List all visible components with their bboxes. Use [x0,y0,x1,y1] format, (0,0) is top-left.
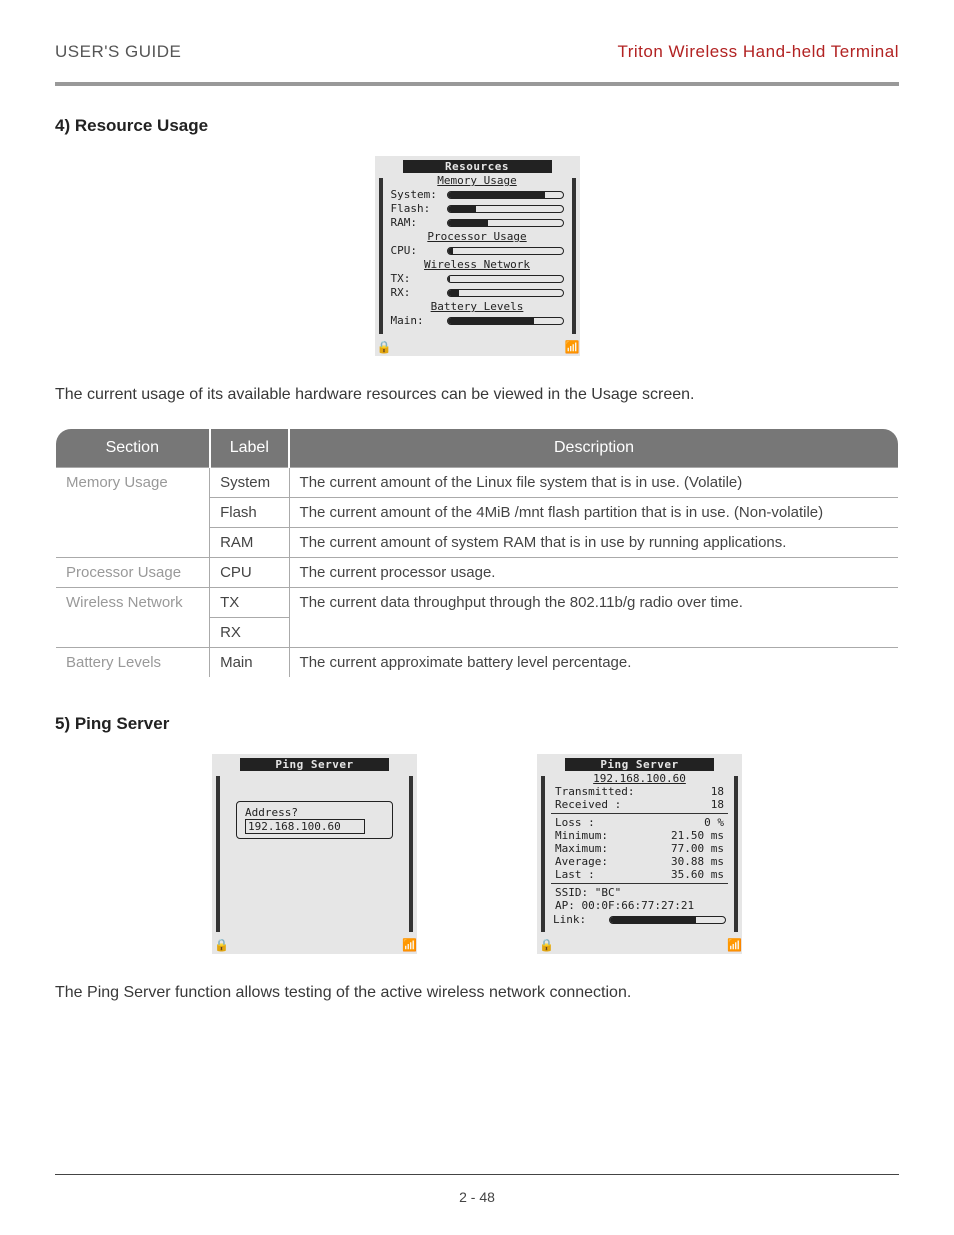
section-5-heading: 5) Ping Server [55,714,899,734]
ping-stat-key: Transmitted: [555,785,634,798]
cell-desc: The current approximate battery level pe… [289,648,898,678]
ping-ap: AP: 00:0F:66:77:27:21 [555,899,724,912]
section-4-body: The current usage of its available hardw… [55,384,899,406]
ping-stat-key: Received : [555,798,621,811]
footer-divider [55,1174,899,1175]
cell-label: RX [210,618,289,648]
wifi-icon: 📶 [565,340,580,354]
resource-bar [447,275,564,283]
ping-ip: 192.168.100.60 [551,772,728,785]
header-divider [55,82,899,86]
resource-row: System: [391,188,564,201]
ping-stat-value: 18 [711,798,724,811]
cell-section: Wireless Network [56,588,210,648]
resource-label: TX: [391,272,447,285]
th-label: Label [210,429,289,468]
ping-results-screenshot: 🔒 📶 Ping Server 192.168.100.60 Transmitt… [537,754,742,954]
th-description: Description [289,429,898,468]
resource-table: Section Label Description Memory Usage S… [55,428,899,678]
lock-icon: 🔒 [377,340,392,354]
page-number: 2 - 48 [0,1189,954,1205]
ping-stat-row: Received : 18 [555,798,724,811]
ping-stat-row: Average: 30.88 ms [555,855,724,868]
resource-bar [447,317,564,325]
resource-bar [447,191,564,199]
resource-row: Main: [391,314,564,327]
cell-label: Main [210,648,289,678]
ping-stat-key: Minimum: [555,829,608,842]
lcd-subheading: Battery Levels [389,300,566,313]
ping-address-screenshot: 🔒 📶 Ping Server Address? 192.168.100.60 [212,754,417,954]
ping-stat-row: Last : 35.60 ms [555,868,724,881]
lock-icon: 🔒 [214,938,229,952]
resource-label: RAM: [391,216,447,229]
ping-stat-row: Minimum: 21.50 ms [555,829,724,842]
ping-ssid: SSID: "BC" [555,886,724,899]
ping-address-input[interactable]: 192.168.100.60 [245,819,365,834]
resource-label: Flash: [391,202,447,215]
lcd-subheading: Processor Usage [389,230,566,243]
wifi-icon: 📶 [727,938,742,952]
ping-stat-key: Average: [555,855,608,868]
ping-stat-row: Maximum: 77.00 ms [555,842,724,855]
section-5-body: The Ping Server function allows testing … [55,982,899,1004]
section-4-heading: 4) Resource Usage [55,116,899,136]
resource-row: RX: [391,286,564,299]
cell-desc: The current data throughput through the … [289,588,898,648]
lcd-title: Ping Server [565,758,714,771]
ping-stat-value: 21.50 ms [671,829,724,842]
cell-label: CPU [210,558,289,588]
resource-label: Main: [391,314,447,327]
resource-row: TX: [391,272,564,285]
ping-stat-value: 35.60 ms [671,868,724,881]
ping-prompt: Address? [245,806,384,819]
resource-bar [447,205,564,213]
th-section: Section [56,429,210,468]
cell-label: RAM [210,528,289,558]
ping-stat-key: Loss : [555,816,595,829]
cell-section: Processor Usage [56,558,210,588]
ping-stat-value: 30.88 ms [671,855,724,868]
cell-label: Flash [210,498,289,528]
resource-row: RAM: [391,216,564,229]
resources-screenshot: 🔒 📶 Resources Memory UsageSystem:Flash:R… [375,156,580,356]
lcd-title: Ping Server [240,758,389,771]
resource-bar [447,289,564,297]
cell-desc: The current amount of the 4MiB /mnt flas… [289,498,898,528]
cell-section: Memory Usage [56,468,210,558]
header-right: Triton Wireless Hand-held Terminal [617,42,899,62]
ping-stat-row: Loss : 0 % [555,816,724,829]
resource-label: System: [391,188,447,201]
lcd-subheading: Wireless Network [389,258,566,271]
cell-label: System [210,468,289,498]
link-label: Link: [553,913,609,926]
resource-row: Flash: [391,202,564,215]
cell-desc: The current amount of the Linux file sys… [289,468,898,498]
ping-stat-key: Maximum: [555,842,608,855]
lock-icon: 🔒 [539,938,554,952]
ping-stat-value: 0 % [704,816,724,829]
cell-section: Battery Levels [56,648,210,678]
link-bar [609,916,726,924]
resource-label: RX: [391,286,447,299]
page-header: USER'S GUIDE Triton Wireless Hand-held T… [55,42,899,62]
ping-stat-key: Last : [555,868,595,881]
ping-stat-row: Transmitted: 18 [555,785,724,798]
resource-bar [447,247,564,255]
resource-label: CPU: [391,244,447,257]
ping-stat-value: 77.00 ms [671,842,724,855]
wifi-icon: 📶 [402,938,417,952]
cell-label: TX [210,588,289,618]
header-left: USER'S GUIDE [55,42,181,62]
cell-desc: The current processor usage. [289,558,898,588]
resource-bar [447,219,564,227]
cell-desc: The current amount of system RAM that is… [289,528,898,558]
ping-stat-value: 18 [711,785,724,798]
lcd-subheading: Memory Usage [389,174,566,187]
lcd-title: Resources [403,160,552,173]
resource-row: CPU: [391,244,564,257]
